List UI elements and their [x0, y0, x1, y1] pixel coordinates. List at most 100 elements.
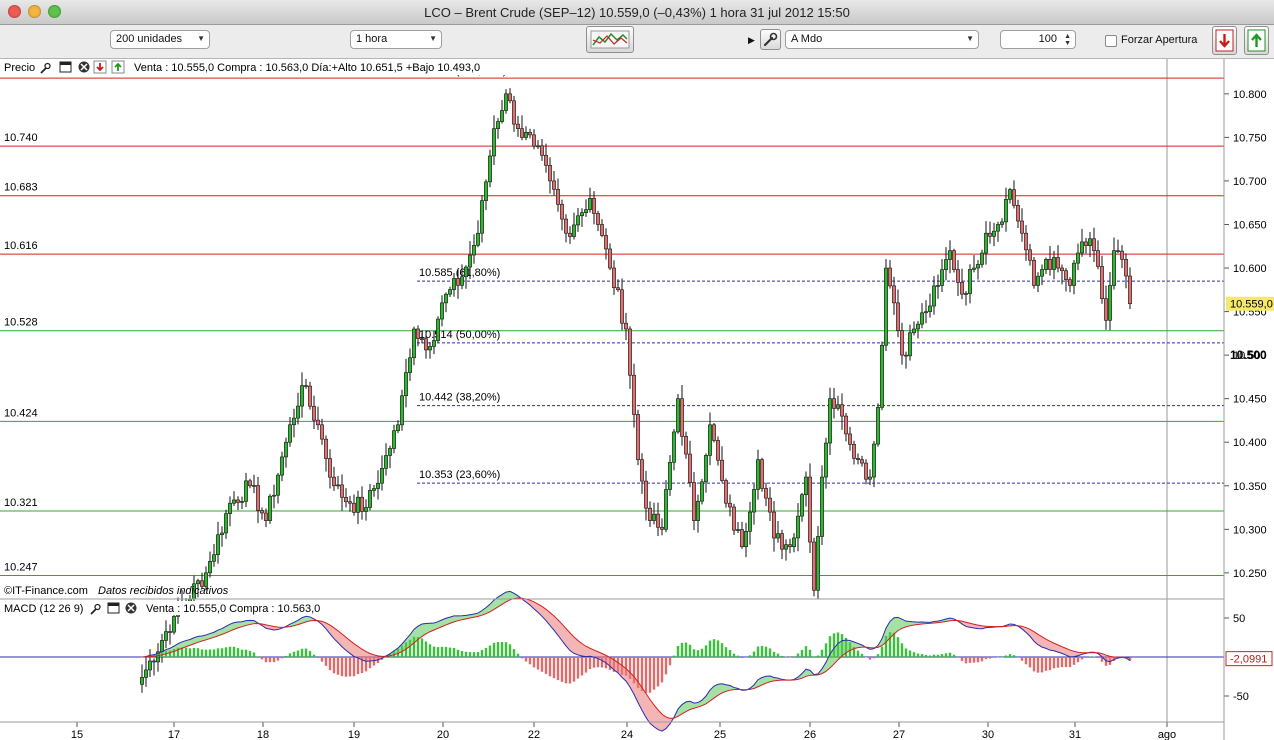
candle[interactable] [940, 269, 944, 286]
candle[interactable] [692, 482, 696, 521]
candle[interactable] [508, 93, 512, 102]
candle[interactable] [504, 93, 508, 111]
candle[interactable] [224, 513, 228, 534]
candle[interactable] [440, 302, 444, 320]
candle[interactable] [1068, 279, 1072, 286]
candle[interactable] [1052, 257, 1056, 270]
candle[interactable] [1056, 257, 1060, 269]
candle[interactable] [812, 541, 816, 591]
candle[interactable] [804, 476, 808, 496]
candle[interactable] [732, 506, 736, 531]
candle[interactable] [296, 405, 300, 419]
candle[interactable] [1076, 252, 1080, 264]
candle[interactable] [320, 424, 324, 440]
candle[interactable] [876, 407, 880, 445]
candle[interactable] [652, 513, 656, 521]
candle[interactable] [252, 485, 256, 487]
candle[interactable] [1100, 266, 1104, 299]
candle[interactable] [1124, 259, 1128, 277]
candle[interactable] [344, 497, 348, 503]
candle[interactable] [324, 438, 328, 459]
candle[interactable] [240, 501, 244, 503]
candle[interactable] [808, 476, 812, 543]
candle[interactable] [456, 278, 460, 286]
candle[interactable] [436, 318, 440, 341]
candle[interactable] [608, 248, 612, 269]
candle[interactable] [516, 123, 520, 129]
candle[interactable] [392, 430, 396, 449]
candle[interactable] [248, 480, 252, 487]
candle[interactable] [1104, 298, 1108, 321]
candle[interactable] [908, 332, 912, 357]
candle[interactable] [212, 554, 216, 562]
candle[interactable] [396, 424, 400, 432]
candle[interactable] [256, 485, 260, 511]
candle[interactable] [624, 322, 628, 330]
candle[interactable] [604, 235, 608, 250]
candle[interactable] [476, 232, 480, 246]
candle[interactable] [448, 289, 452, 295]
candle[interactable] [572, 224, 576, 237]
candle[interactable] [524, 131, 528, 138]
candle[interactable] [484, 181, 488, 201]
candle[interactable] [1080, 241, 1084, 254]
candle[interactable] [680, 398, 684, 437]
candle[interactable] [868, 476, 872, 480]
candle[interactable] [1036, 275, 1040, 286]
candle[interactable] [464, 266, 468, 278]
candle[interactable] [428, 346, 432, 351]
candle[interactable] [648, 507, 652, 521]
candle[interactable] [712, 424, 716, 441]
candle[interactable] [836, 404, 840, 409]
candle[interactable] [576, 215, 580, 226]
candle[interactable] [728, 502, 732, 508]
candle[interactable] [1120, 250, 1124, 260]
candle[interactable] [952, 250, 956, 270]
candle[interactable] [968, 269, 972, 294]
candle[interactable] [820, 476, 824, 537]
candle[interactable] [644, 480, 648, 509]
candle[interactable] [816, 536, 820, 591]
candle[interactable] [864, 462, 868, 480]
candle[interactable] [844, 415, 848, 435]
candle[interactable] [740, 529, 744, 548]
candle[interactable] [964, 293, 968, 295]
candle[interactable] [828, 398, 832, 444]
candle[interactable] [308, 385, 312, 407]
candle[interactable] [520, 128, 524, 138]
candle[interactable] [948, 250, 952, 260]
candle[interactable] [196, 580, 200, 585]
candle[interactable] [992, 230, 996, 237]
candle[interactable] [1040, 269, 1044, 277]
order-type-select[interactable]: A Mdo ▼ [785, 30, 979, 49]
candle[interactable] [420, 338, 424, 340]
candle[interactable] [540, 145, 544, 156]
candle[interactable] [996, 224, 1000, 232]
candle[interactable] [1116, 250, 1120, 252]
candle[interactable] [716, 440, 720, 461]
candle[interactable] [860, 459, 864, 464]
candle[interactable] [1024, 232, 1028, 251]
candle[interactable] [1084, 241, 1088, 246]
candle[interactable] [664, 489, 668, 530]
settings-button[interactable] [760, 29, 781, 50]
candle[interactable] [904, 354, 908, 357]
candle[interactable] [920, 312, 924, 325]
candle[interactable] [316, 419, 320, 426]
candle[interactable] [768, 497, 772, 513]
quantity-stepper[interactable]: 100 ▲ ▼ [1000, 30, 1076, 49]
candle[interactable] [592, 198, 596, 214]
candle[interactable] [228, 502, 232, 514]
candle[interactable] [560, 204, 564, 220]
candle[interactable] [976, 264, 980, 269]
candle[interactable] [236, 499, 240, 503]
candle[interactable] [496, 121, 500, 129]
candle[interactable] [924, 311, 928, 314]
candle[interactable] [872, 443, 876, 478]
candle[interactable] [636, 414, 640, 460]
candle[interactable] [688, 453, 692, 483]
candle[interactable] [412, 328, 416, 359]
candle[interactable] [548, 165, 552, 182]
candle[interactable] [936, 285, 940, 287]
candle[interactable] [384, 455, 388, 469]
